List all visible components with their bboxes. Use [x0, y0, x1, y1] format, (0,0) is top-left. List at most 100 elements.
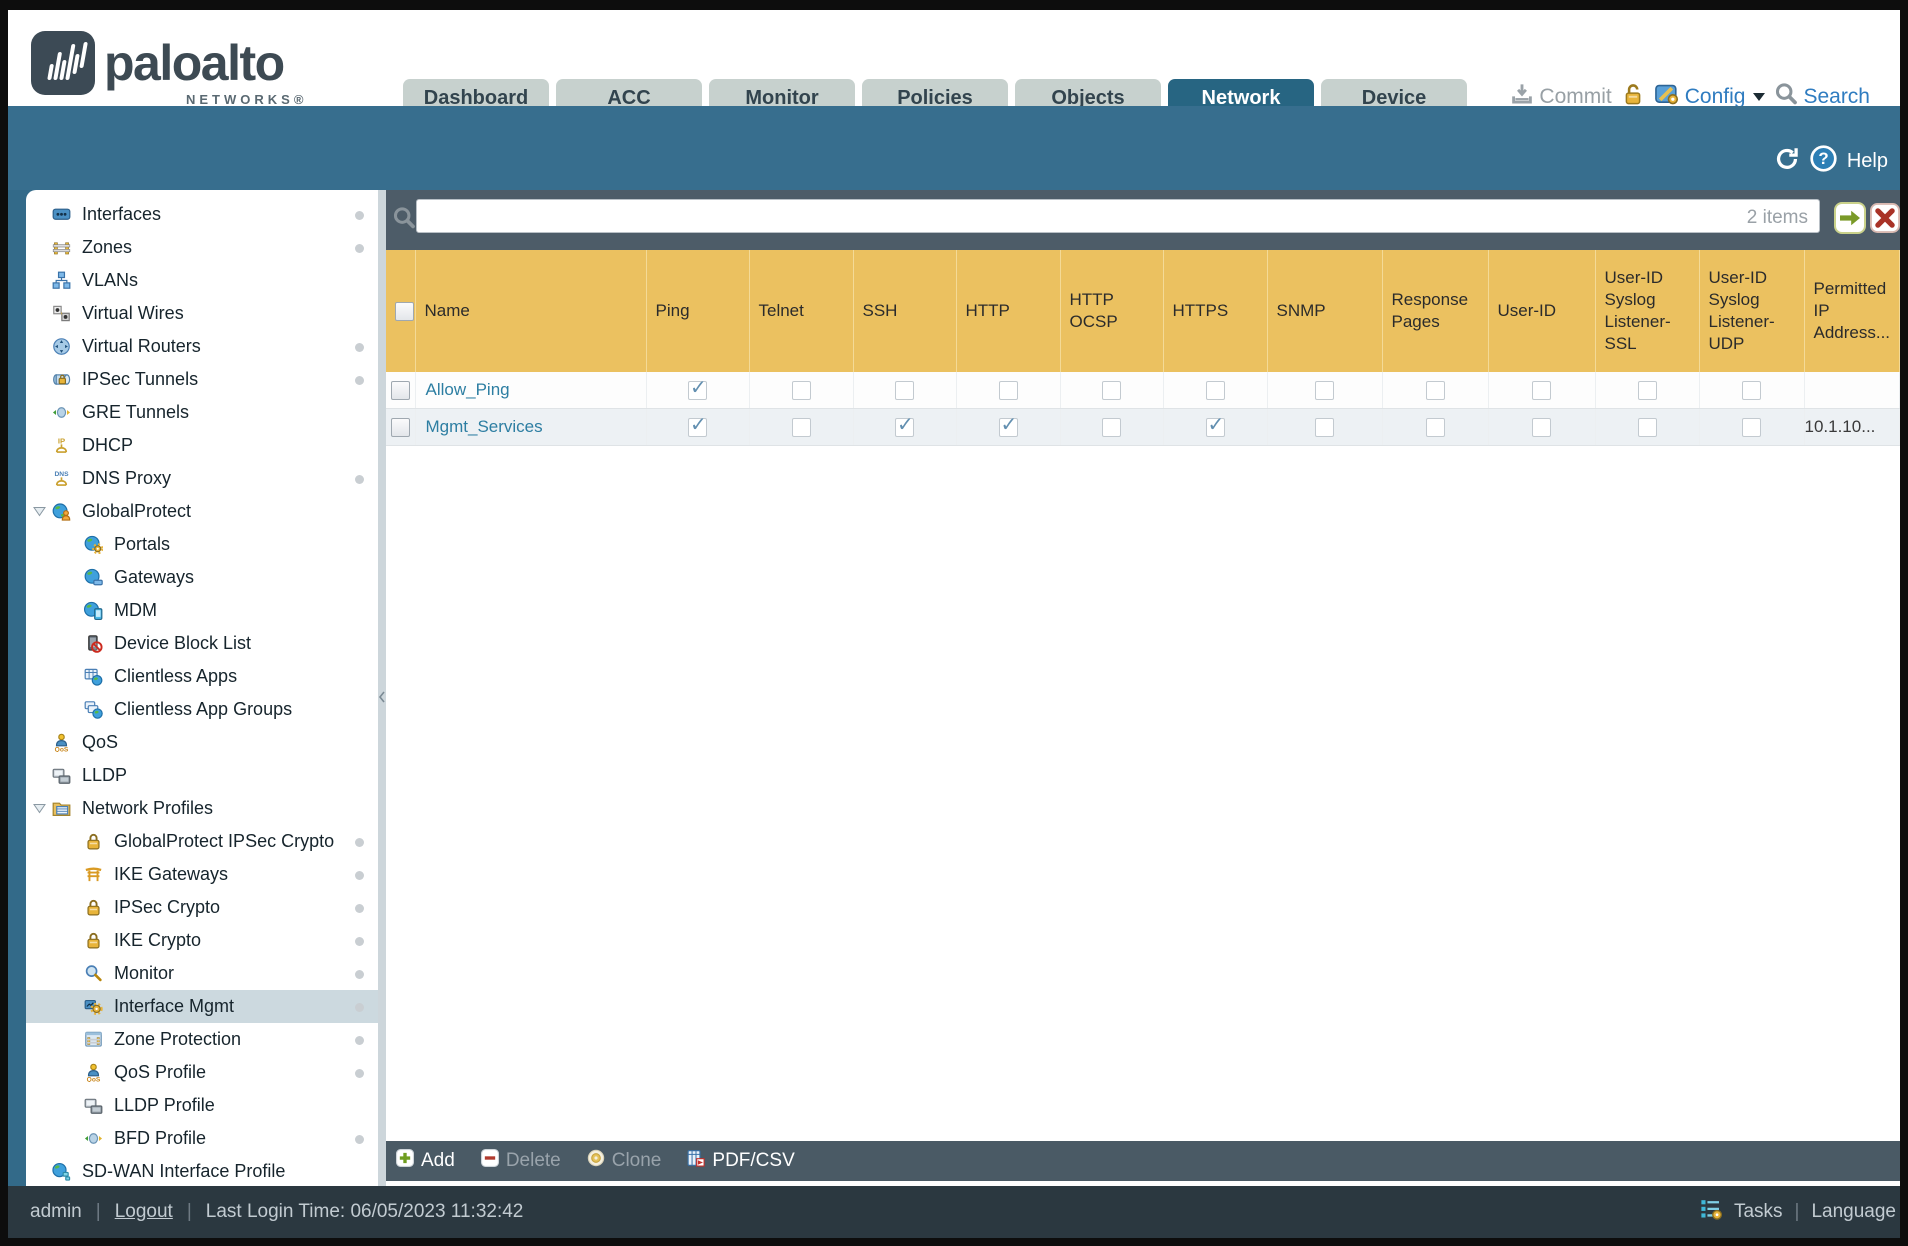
sidebar-item-portals[interactable]: Portals [26, 528, 378, 561]
column-header-name[interactable]: Name [415, 250, 647, 372]
sidebar-item-mdm[interactable]: MDM [26, 594, 378, 627]
sidebar-item-zones[interactable]: Zones [26, 231, 378, 264]
checkbox-ping[interactable] [688, 412, 707, 437]
sidebar-item-vlans[interactable]: VLANs [26, 264, 378, 297]
sidebar-item-clientless-apps[interactable]: Clientless Apps [26, 660, 378, 693]
sidebar-item-ike-gateways[interactable]: IKE Gateways [26, 858, 378, 891]
clone-icon [587, 1149, 605, 1173]
sidebar-item-dhcp[interactable]: IP DHCP [26, 429, 378, 462]
status-dot-icon [355, 1134, 364, 1144]
sidebar-item-bfd-profile[interactable]: BFD Profile [26, 1122, 378, 1155]
sidebar-item-dns-proxy[interactable]: DNS DNS Proxy [26, 462, 378, 495]
refresh-icon[interactable] [1774, 146, 1800, 178]
sidebar-item-ipsec-crypto[interactable]: IPSec Crypto [26, 891, 378, 924]
delete-button[interactable]: Delete [480, 1149, 561, 1173]
sidebar-item-label: QoS [82, 732, 119, 752]
checkbox-telnet[interactable] [791, 418, 811, 437]
logged-in-user: admin [30, 1201, 82, 1222]
sidebar-item-globalprotect-ipsec-crypto[interactable]: GlobalProtect IPSec Crypto [26, 825, 378, 858]
column-header-response-pages[interactable]: Response Pages [1382, 250, 1489, 372]
sidebar-item-interfaces[interactable]: Interfaces [26, 198, 378, 231]
sidebar-item-monitor[interactable]: Monitor [26, 957, 378, 990]
sidebar-item-zone-protection[interactable]: Zone Protection [26, 1023, 378, 1056]
logout-link[interactable]: Logout [115, 1201, 173, 1223]
filter-input[interactable] [416, 199, 1820, 233]
person-qos-icon: QoS [52, 733, 76, 752]
add-button[interactable]: Add [396, 1149, 455, 1173]
checkbox-user-id[interactable] [1532, 418, 1551, 437]
sidebar-item-lldp[interactable]: LLDP [26, 759, 378, 792]
sidebar-item-lldp-profile[interactable]: LLDP Profile [26, 1089, 378, 1122]
sidebar-item-ike-crypto[interactable]: IKE Crypto [26, 924, 378, 957]
checkbox-user-id-syslog-listener-udp[interactable] [1742, 418, 1761, 437]
checkbox-http[interactable] [998, 381, 1018, 400]
column-header-ping[interactable]: Ping [646, 250, 750, 372]
tunnel-arrows-icon [84, 1129, 108, 1148]
column-header-permitted-ip-address[interactable]: Permitted IP Address... [1804, 250, 1900, 372]
column-header-user-id-syslog-listener-ssl[interactable]: User-ID Syslog Listener-SSL [1595, 250, 1700, 372]
checkbox-https[interactable] [1205, 381, 1225, 400]
checkbox-telnet[interactable] [791, 381, 811, 400]
sidebar-splitter[interactable] [378, 190, 386, 1186]
checkbox-https[interactable] [1205, 412, 1225, 437]
sidebar-item-virtual-wires[interactable]: Virtual Wires [26, 297, 378, 330]
item-count: 2 items [1746, 207, 1808, 228]
sidebar-item-interface-mgmt[interactable]: Interface Mgmt [26, 990, 378, 1023]
column-header-https[interactable]: HTTPS [1163, 250, 1268, 372]
sidebar-item-gre-tunnels[interactable]: GRE Tunnels [26, 396, 378, 429]
column-header-user-id-syslog-listener-udp[interactable]: User-ID Syslog Listener-UDP [1699, 250, 1805, 372]
column-header-user-id[interactable]: User-ID [1488, 250, 1596, 372]
sidebar-item-virtual-routers[interactable]: Virtual Routers [26, 330, 378, 363]
sidebar-item-sd-wan-interface-profile[interactable]: SD-WAN Interface Profile [26, 1155, 378, 1186]
checkbox-user-id-syslog-listener-ssl[interactable] [1637, 418, 1657, 437]
sidebar-item-qos[interactable]: QoS QoS [26, 726, 378, 759]
language-button[interactable]: Language [1811, 1201, 1896, 1223]
checkbox-user-id-syslog-listener-udp[interactable] [1742, 381, 1761, 400]
row-name-link[interactable]: Allow_Ping [416, 380, 510, 399]
sidebar-item-label: Virtual Wires [82, 303, 184, 323]
sidebar-item-clientless-app-groups[interactable]: Clientless App Groups [26, 693, 378, 726]
tasks-button[interactable]: Tasks [1734, 1201, 1783, 1223]
checkbox-ping[interactable] [688, 375, 707, 400]
sidebar-item-globalprotect[interactable]: GlobalProtect [26, 495, 378, 528]
checkbox-snmp[interactable] [1315, 381, 1334, 400]
magnifier-icon [84, 964, 108, 983]
select-all-checkbox[interactable] [395, 301, 414, 321]
column-header-snmp[interactable]: SNMP [1267, 250, 1383, 372]
delete-icon [480, 1149, 499, 1173]
row-name-link[interactable]: Mgmt_Services [416, 417, 543, 436]
checkbox-user-id-syslog-listener-ssl[interactable] [1637, 381, 1657, 400]
sidebar-item-network-profiles[interactable]: Network Profiles [26, 792, 378, 825]
expander-icon[interactable] [26, 803, 52, 814]
column-header-http-ocsp[interactable]: HTTP OCSP [1060, 250, 1164, 372]
help-label[interactable]: Help [1847, 150, 1888, 173]
pdf-csv-button[interactable]: PDF/CSV [687, 1149, 795, 1173]
sidebar-item-qos-profile[interactable]: QoS QoS Profile [26, 1056, 378, 1089]
clone-button[interactable]: Clone [587, 1149, 661, 1173]
column-header-http[interactable]: HTTP [956, 250, 1061, 372]
status-dot-icon [355, 210, 364, 220]
row-select-checkbox[interactable] [390, 381, 410, 400]
apply-filter-button[interactable] [1834, 202, 1866, 234]
column-header-ssh[interactable]: SSH [853, 250, 957, 372]
sidebar-item-label: Clientless App Groups [114, 699, 293, 719]
expander-icon[interactable] [26, 506, 52, 517]
sidebar-item-device-block-list[interactable]: Device Block List [26, 627, 378, 660]
help-icon[interactable]: ? [1810, 145, 1837, 178]
checkbox-ssh[interactable] [895, 381, 914, 400]
checkbox-http-ocsp[interactable] [1102, 418, 1121, 437]
row-select-checkbox[interactable] [390, 418, 410, 437]
checkbox-ssh[interactable] [895, 412, 914, 437]
clear-filter-button[interactable] [1870, 203, 1902, 235]
checkbox-user-id[interactable] [1532, 381, 1551, 400]
sidebar-item-label: LLDP Profile [114, 1095, 215, 1115]
sidebar-item-ipsec-tunnels[interactable]: IPSec Tunnels [26, 363, 378, 396]
sidebar-item-gateways[interactable]: Gateways [26, 561, 378, 594]
checkbox-snmp[interactable] [1315, 418, 1334, 437]
checkbox-http-ocsp[interactable] [1102, 381, 1121, 400]
sidebar-item-label: GRE Tunnels [82, 402, 190, 422]
checkbox-response-pages[interactable] [1425, 381, 1445, 400]
column-header-telnet[interactable]: Telnet [749, 250, 854, 372]
checkbox-http[interactable] [998, 412, 1018, 437]
checkbox-response-pages[interactable] [1425, 418, 1445, 437]
